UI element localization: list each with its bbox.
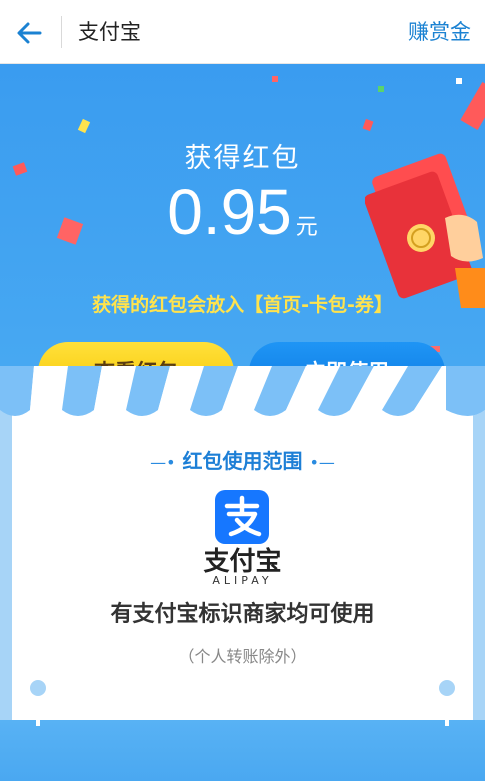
rail-knob-right	[439, 680, 455, 696]
arrow-left-icon	[17, 22, 42, 44]
usage-scope-description: 有支付宝标识商家均可使用	[110, 602, 375, 627]
earn-reward-link[interactable]: 赚赏金	[408, 16, 471, 48]
amount-unit: 元	[295, 215, 318, 240]
red-packet-heading: 获得红包	[184, 143, 301, 174]
back-button[interactable]	[14, 18, 44, 48]
bottom-rail	[0, 720, 485, 781]
alipay-brand-name-en: ALIPAY	[212, 574, 273, 587]
nav-divider	[61, 16, 62, 48]
title-right-ornament: •—	[309, 453, 335, 472]
store-awning	[0, 366, 485, 416]
top-nav-bar: 支付宝 赚赏金	[0, 0, 485, 64]
alipay-logo-icon	[215, 490, 269, 544]
red-packet-amount-row: 0.95 元	[0, 172, 485, 252]
usage-scope-title-text: 红包使用范围	[182, 449, 303, 473]
usage-scope-title: —• 红包使用范围 •—	[0, 445, 485, 474]
red-packet-amount: 0.95	[167, 176, 292, 248]
usage-scope-exception: （个人转账除外）	[178, 647, 307, 666]
page-title: 支付宝	[78, 20, 141, 44]
title-left-ornament: —•	[150, 453, 176, 472]
rail-knob-left	[30, 680, 46, 696]
red-packet-location-note: 获得的红包会放入【首页-卡包-券】	[92, 294, 393, 316]
